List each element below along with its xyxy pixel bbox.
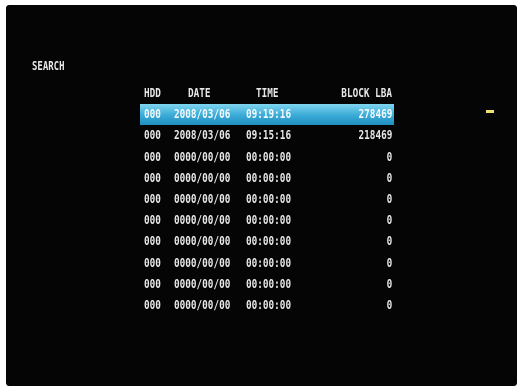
table-row[interactable]: 000 0000/00/00 00:00:00 0 xyxy=(140,147,394,168)
row-hdd: 000 xyxy=(144,191,161,206)
row-date: 2008/03/06 xyxy=(174,107,231,122)
row-time: 09:19:16 xyxy=(246,107,292,122)
row-hdd: 000 xyxy=(144,107,161,122)
row-date: 2008/03/06 xyxy=(174,128,231,143)
row-time: 00:00:00 xyxy=(246,276,292,291)
header-time: TIME xyxy=(256,86,279,100)
header-hdd: HDD xyxy=(144,86,161,100)
row-date: 0000/00/00 xyxy=(174,255,231,270)
row-block-lba: 0 xyxy=(386,234,392,249)
table-row[interactable]: 000 0000/00/00 00:00:00 0 xyxy=(140,253,394,274)
table-row[interactable]: 000 0000/00/00 00:00:00 0 xyxy=(140,168,394,189)
row-block-lba: 0 xyxy=(386,297,392,312)
table-row[interactable]: 000 0000/00/00 00:00:00 0 xyxy=(140,189,394,210)
row-block-lba: 0 xyxy=(386,191,392,206)
table-header: HDD DATE TIME BLOCK LBA xyxy=(140,83,394,104)
row-date: 0000/00/00 xyxy=(174,170,231,185)
row-time: 00:00:00 xyxy=(246,234,292,249)
row-block-lba: 218469 xyxy=(358,128,392,143)
header-block-lba: BLOCK LBA xyxy=(341,86,392,100)
table-row[interactable]: 000 0000/00/00 00:00:00 0 xyxy=(140,210,394,231)
cursor-marker xyxy=(486,110,494,113)
row-time: 00:00:00 xyxy=(246,170,292,185)
row-time: 00:00:00 xyxy=(246,149,292,164)
table-row-selected[interactable]: 000 2008/03/06 09:19:16 278469 xyxy=(140,104,394,126)
row-date: 0000/00/00 xyxy=(174,297,231,312)
table-row[interactable]: 000 0000/00/00 00:00:00 0 xyxy=(140,231,394,252)
row-block-lba: 0 xyxy=(386,149,392,164)
row-hdd: 000 xyxy=(144,234,161,249)
row-date: 0000/00/00 xyxy=(174,276,231,291)
row-hdd: 000 xyxy=(144,297,161,312)
row-block-lba: 0 xyxy=(386,213,392,228)
row-block-lba: 0 xyxy=(386,170,392,185)
row-time: 00:00:00 xyxy=(246,297,292,312)
header-date: DATE xyxy=(188,86,211,100)
table-row[interactable]: 000 0000/00/00 00:00:00 0 xyxy=(140,295,394,316)
row-date: 0000/00/00 xyxy=(174,213,231,228)
row-hdd: 000 xyxy=(144,170,161,185)
row-time: 00:00:00 xyxy=(246,255,292,270)
table-row[interactable]: 000 2008/03/06 09:15:16 218469 xyxy=(140,125,394,146)
search-results-table: HDD DATE TIME BLOCK LBA 000 2008/03/06 0… xyxy=(140,83,394,316)
row-block-lba: 278469 xyxy=(358,107,392,122)
page-title: SEARCH xyxy=(32,59,65,73)
row-hdd: 000 xyxy=(144,276,161,291)
dvr-screen: SEARCH HDD DATE TIME BLOCK LBA 000 2008/… xyxy=(6,5,517,386)
row-time: 00:00:00 xyxy=(246,213,292,228)
row-date: 0000/00/00 xyxy=(174,149,231,164)
row-block-lba: 0 xyxy=(386,276,392,291)
row-time: 09:15:16 xyxy=(246,128,292,143)
row-date: 0000/00/00 xyxy=(174,191,231,206)
row-hdd: 000 xyxy=(144,128,161,143)
row-date: 0000/00/00 xyxy=(174,234,231,249)
table-row[interactable]: 000 0000/00/00 00:00:00 0 xyxy=(140,274,394,295)
row-time: 00:00:00 xyxy=(246,191,292,206)
row-hdd: 000 xyxy=(144,255,161,270)
row-block-lba: 0 xyxy=(386,255,392,270)
row-hdd: 000 xyxy=(144,213,161,228)
row-hdd: 000 xyxy=(144,149,161,164)
